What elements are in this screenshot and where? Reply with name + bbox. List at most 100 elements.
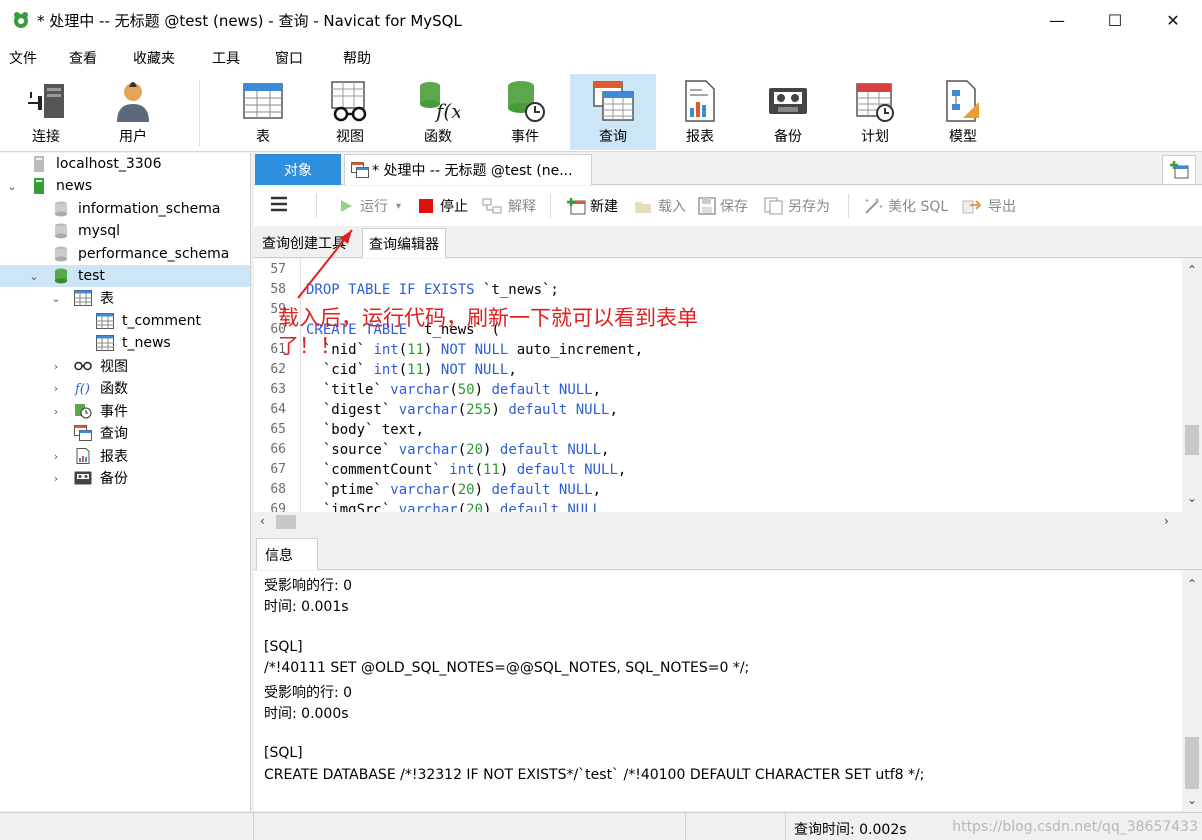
tab-info[interactable]: 信息 bbox=[256, 538, 318, 570]
explain-button[interactable]: 解释 bbox=[482, 196, 536, 216]
scroll-up-arrow-icon[interactable]: ⌃ bbox=[1182, 577, 1202, 591]
tree-item-label: test bbox=[78, 268, 105, 284]
sql-keyword: varchar bbox=[398, 502, 458, 512]
toolbar-separator bbox=[316, 194, 317, 218]
toolbar-query-button[interactable]: 查询 bbox=[570, 74, 656, 150]
tree-item-mysql[interactable]: mysql bbox=[0, 220, 250, 242]
load-button[interactable]: 载入 bbox=[634, 196, 686, 216]
scroll-down-arrow-icon[interactable]: ⌄ bbox=[1182, 793, 1202, 807]
minimize-button[interactable]: — bbox=[1028, 0, 1086, 40]
tree-item-localhost[interactable]: localhost_3306 bbox=[0, 153, 250, 175]
toolbar-connect-button[interactable]: 连接 bbox=[3, 74, 89, 150]
tree-item-backups[interactable]: › 备份 bbox=[0, 467, 250, 489]
scroll-up-arrow-icon[interactable]: ⌃ bbox=[1182, 263, 1202, 277]
tree-item-news[interactable]: ⌄ news bbox=[0, 175, 250, 197]
tab-query-editor[interactable]: 查询编辑器 bbox=[362, 228, 446, 258]
toolbar-event-button[interactable]: 事件 bbox=[482, 74, 568, 150]
event-icon bbox=[503, 78, 547, 124]
tree-item-label: t_comment bbox=[122, 313, 202, 329]
toolbar-backup-button[interactable]: 备份 bbox=[745, 74, 831, 150]
sql-keyword: NOT NULL bbox=[440, 362, 509, 378]
toolbar-model-button[interactable]: 模型 bbox=[920, 74, 1006, 150]
new-tab-button[interactable] bbox=[1162, 155, 1196, 185]
query-mode-tabs: 查询创建工具 查询编辑器 bbox=[254, 226, 1202, 258]
save-as-button[interactable]: 另存为 bbox=[764, 196, 830, 216]
scrollbar-thumb[interactable] bbox=[276, 515, 296, 529]
tree-item-information-schema[interactable]: information_schema bbox=[0, 198, 250, 220]
tree-item-views[interactable]: › 视图 bbox=[0, 355, 250, 377]
function-icon: f() bbox=[74, 379, 92, 397]
tree-item-label: information_schema bbox=[78, 201, 221, 217]
database-icon bbox=[52, 267, 70, 285]
sql-editor[interactable]: 57 58 59 60 61 62 63 64 65 66 67 68 69 DROP TABLE IF… bbox=[254, 259, 1202, 512]
collapse-arrow-icon[interactable]: ⌄ bbox=[28, 270, 40, 283]
editor-horizontal-scrollbar[interactable]: ‹ › bbox=[254, 512, 1182, 532]
status-bar: 查询时间: 0.002s https://blog.csdn.net/qq_38… bbox=[0, 812, 1202, 840]
tree-item-label: 查询 bbox=[100, 426, 128, 442]
toolbar-view-button[interactable]: 视图 bbox=[307, 74, 393, 150]
editor-vertical-scrollbar[interactable]: ⌃ ⌄ bbox=[1182, 259, 1202, 512]
toolbar-function-button[interactable]: f(x) 函数 bbox=[395, 74, 481, 150]
tab-query-untitled[interactable]: * 处理中 -- 无标题 @test (ne... bbox=[344, 154, 592, 185]
code-line: `source` varchar(20) default NULL, bbox=[306, 442, 610, 458]
tree-item-tables[interactable]: ⌄ 表 bbox=[0, 287, 250, 309]
tree-item-queries[interactable]: 查询 bbox=[0, 422, 250, 444]
toolbar-user-button[interactable]: 用户 bbox=[90, 74, 176, 150]
scrollbar-thumb[interactable] bbox=[1185, 425, 1199, 455]
sql-text: ) bbox=[474, 482, 492, 498]
tree-item-t-comment[interactable]: t_comment bbox=[0, 310, 250, 332]
dropdown-arrow-icon[interactable]: ▾ bbox=[396, 201, 401, 212]
menu-view[interactable]: 查看 bbox=[69, 48, 97, 68]
sql-keyword: default NULL bbox=[499, 502, 602, 512]
document-tab-strip: 对象 * 处理中 -- 无标题 @test (ne... bbox=[254, 153, 1202, 185]
scroll-left-arrow-icon[interactable]: ‹ bbox=[260, 514, 265, 528]
toolbar-report-label: 报表 bbox=[686, 129, 714, 145]
toolbar-view-label: 视图 bbox=[336, 129, 364, 145]
stop-button[interactable]: 停止 bbox=[418, 196, 468, 216]
menu-tools[interactable]: 工具 bbox=[212, 48, 240, 68]
query-icon bbox=[351, 162, 369, 178]
toolbar-table-button[interactable]: 表 bbox=[220, 74, 306, 150]
expand-arrow-icon[interactable]: › bbox=[50, 450, 62, 463]
menu-favorites[interactable]: 收藏夹 bbox=[133, 48, 175, 68]
toolbar-schedule-button[interactable]: 计划 bbox=[832, 74, 918, 150]
main-toolbar: 连接 用户 表 视图 f(函数 事件 查询 报表 备份 计划 模型 bbox=[0, 72, 1202, 152]
tree-item-performance-schema[interactable]: performance_schema bbox=[0, 243, 250, 265]
tree-item-test[interactable]: ⌄ test bbox=[0, 265, 250, 287]
export-button[interactable]: 导出 bbox=[962, 196, 1016, 216]
sql-text: ( bbox=[449, 382, 458, 398]
run-button[interactable]: 运行 ▾ bbox=[338, 196, 401, 216]
new-query-button[interactable]: 新建 bbox=[566, 196, 618, 216]
tree-item-events[interactable]: › 事件 bbox=[0, 400, 250, 422]
scroll-down-arrow-icon[interactable]: ⌄ bbox=[1182, 491, 1202, 505]
beautify-sql-label: 美化 SQL bbox=[888, 199, 949, 215]
hamburger-menu-icon[interactable] bbox=[270, 196, 288, 212]
scroll-right-arrow-icon[interactable]: › bbox=[1164, 514, 1169, 528]
tree-item-t-news[interactable]: t_news bbox=[0, 332, 250, 354]
menu-help[interactable]: 帮助 bbox=[343, 48, 371, 68]
expand-arrow-icon[interactable]: › bbox=[50, 405, 62, 418]
maximize-button[interactable]: ☐ bbox=[1086, 0, 1144, 40]
menu-file[interactable]: 文件 bbox=[9, 48, 37, 68]
stop-icon bbox=[419, 199, 433, 213]
expand-arrow-icon[interactable]: › bbox=[50, 472, 62, 485]
collapse-arrow-icon[interactable]: ⌄ bbox=[6, 180, 18, 193]
backup-icon bbox=[766, 78, 810, 124]
beautify-sql-button[interactable]: 美化 SQL bbox=[862, 196, 948, 216]
tree-item-functions[interactable]: › f() 函数 bbox=[0, 377, 250, 399]
save-button[interactable]: 保存 bbox=[698, 196, 748, 216]
result-tabs: 信息 bbox=[254, 536, 1202, 570]
expand-arrow-icon[interactable]: › bbox=[50, 360, 62, 373]
menu-window[interactable]: 窗口 bbox=[275, 48, 303, 68]
tab-objects[interactable]: 对象 bbox=[255, 154, 341, 185]
tree-item-reports[interactable]: › 报表 bbox=[0, 445, 250, 467]
collapse-arrow-icon[interactable]: ⌄ bbox=[50, 292, 62, 305]
status-segment bbox=[686, 813, 786, 840]
toolbar-report-button[interactable]: 报表 bbox=[657, 74, 743, 150]
close-button[interactable]: ✕ bbox=[1144, 0, 1202, 40]
server-icon bbox=[30, 177, 48, 195]
info-vertical-scrollbar[interactable]: ⌃ ⌄ bbox=[1182, 571, 1202, 811]
scrollbar-thumb[interactable] bbox=[1185, 737, 1199, 789]
expand-arrow-icon[interactable]: › bbox=[50, 382, 62, 395]
sql-keyword: default NULL bbox=[508, 402, 610, 418]
